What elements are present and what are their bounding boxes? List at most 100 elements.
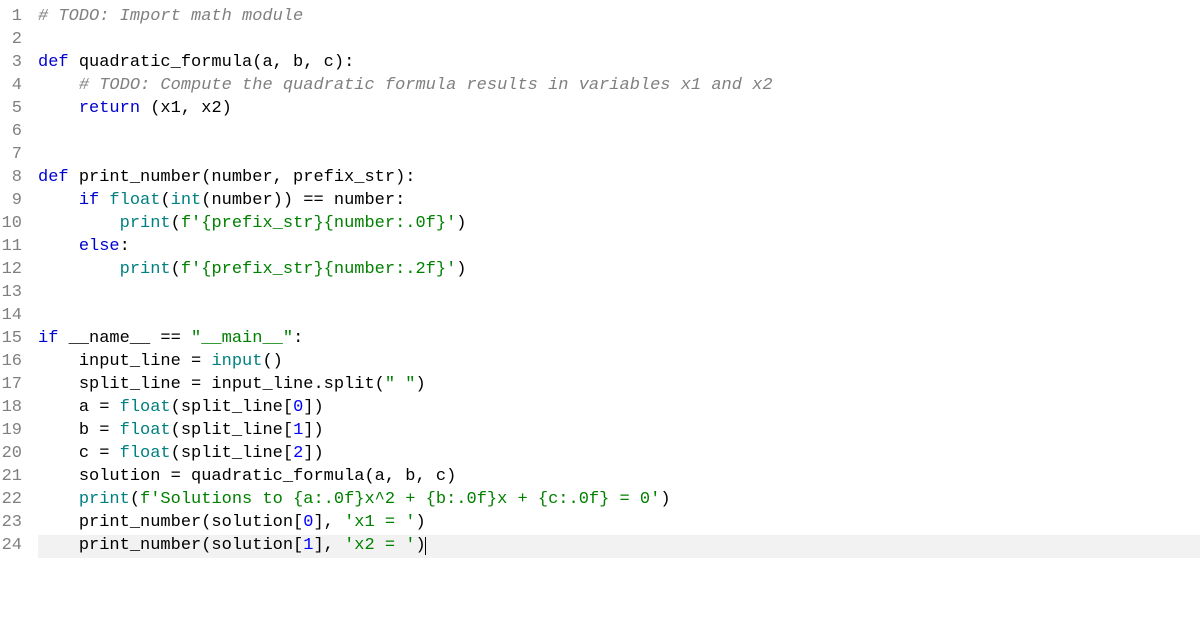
string-literal: '{prefix_str}{number:.2f}' [191, 260, 456, 279]
line-number: 22 [0, 489, 22, 512]
code-line-17[interactable]: split_line = input_line.split(" ") [38, 374, 1200, 397]
builtin-print: print [120, 260, 171, 279]
builtin-float: float [109, 191, 160, 210]
code-line-2[interactable] [38, 29, 1200, 52]
code-text: ) [456, 214, 466, 233]
code-text: input_line = [79, 352, 212, 371]
code-line-5[interactable]: return (x1, x2) [38, 98, 1200, 121]
code-line-3[interactable]: def quadratic_formula(a, b, c): [38, 52, 1200, 75]
code-text: (split_line[ [171, 421, 293, 440]
code-line-4[interactable]: # TODO: Compute the quadratic formula re… [38, 75, 1200, 98]
line-number: 14 [0, 305, 22, 328]
string-literal: '{prefix_str}{number:.0f}' [191, 214, 456, 233]
code-text: ], [313, 513, 344, 532]
code-editor[interactable]: 1 2 3 4 5 6 7 8 9 10 11 12 13 14 15 16 1… [0, 0, 1200, 632]
params: (a, b, c): [252, 53, 354, 72]
code-text: (solution[ [201, 536, 303, 555]
code-text: c = [79, 444, 120, 463]
code-text: split_line = input_line. [79, 375, 324, 394]
code-text: ( [375, 375, 385, 394]
code-text: solution = quadratic_formula(a, b, c) [79, 467, 456, 486]
text-cursor [425, 537, 426, 555]
code-line-15[interactable]: if __name__ == "__main__": [38, 328, 1200, 351]
line-number: 20 [0, 443, 22, 466]
builtin-float: float [120, 421, 171, 440]
code-text: : [293, 329, 303, 348]
code-text: ( [160, 191, 170, 210]
fstring-prefix: f [181, 214, 191, 233]
builtin-print: print [79, 490, 130, 509]
method-split: split [324, 375, 375, 394]
number-literal: 2 [293, 444, 303, 463]
line-number: 2 [0, 29, 22, 52]
code-line-14[interactable] [38, 305, 1200, 328]
number-literal: 0 [293, 398, 303, 417]
comment-text: # TODO: Compute the quadratic formula re… [79, 76, 773, 95]
keyword-else: else [79, 237, 120, 256]
code-line-21[interactable]: solution = quadratic_formula(a, b, c) [38, 466, 1200, 489]
code-line-9[interactable]: if float(int(number)) == number: [38, 190, 1200, 213]
line-number: 15 [0, 328, 22, 351]
code-line-8[interactable]: def print_number(number, prefix_str): [38, 167, 1200, 190]
line-number: 13 [0, 282, 22, 305]
code-text: ]) [303, 444, 323, 463]
line-number: 1 [0, 6, 22, 29]
string-literal: 'x2 = ' [344, 536, 415, 555]
code-text: ( [171, 260, 181, 279]
line-number-gutter: 1 2 3 4 5 6 7 8 9 10 11 12 13 14 15 16 1… [0, 0, 32, 632]
number-literal: 0 [303, 513, 313, 532]
line-number: 6 [0, 121, 22, 144]
code-line-18[interactable]: a = float(split_line[0]) [38, 397, 1200, 420]
keyword-if: if [79, 191, 99, 210]
code-line-13[interactable] [38, 282, 1200, 305]
keyword-if: if [38, 329, 58, 348]
code-text: b = [79, 421, 120, 440]
code-text: (split_line[ [171, 398, 293, 417]
line-number: 8 [0, 167, 22, 190]
code-text: ]) [303, 398, 323, 417]
code-line-20[interactable]: c = float(split_line[2]) [38, 443, 1200, 466]
function-name: print_number [79, 168, 201, 187]
code-line-16[interactable]: input_line = input() [38, 351, 1200, 374]
builtin-float: float [120, 398, 171, 417]
string-literal: "__main__" [191, 329, 293, 348]
code-text: () [262, 352, 282, 371]
builtin-input: input [211, 352, 262, 371]
code-text: (split_line[ [171, 444, 293, 463]
code-line-19[interactable]: b = float(split_line[1]) [38, 420, 1200, 443]
line-number: 21 [0, 466, 22, 489]
code-line-24-current[interactable]: print_number(solution[1], 'x2 = ') [38, 535, 1200, 558]
code-text: : [120, 237, 130, 256]
code-text: ], [313, 536, 344, 555]
builtin-print: print [120, 214, 171, 233]
line-number: 7 [0, 144, 22, 167]
line-number: 19 [0, 420, 22, 443]
code-line-10[interactable]: print(f'{prefix_str}{number:.0f}') [38, 213, 1200, 236]
code-line-12[interactable]: print(f'{prefix_str}{number:.2f}') [38, 259, 1200, 282]
function-name: quadratic_formula [79, 53, 252, 72]
code-content[interactable]: # TODO: Import math module def quadratic… [32, 0, 1200, 632]
code-line-23[interactable]: print_number(solution[0], 'x1 = ') [38, 512, 1200, 535]
line-number: 4 [0, 75, 22, 98]
code-line-22[interactable]: print(f'Solutions to {a:.0f}x^2 + {b:.0f… [38, 489, 1200, 512]
code-line-11[interactable]: else: [38, 236, 1200, 259]
code-text: ) [456, 260, 466, 279]
builtin-int: int [171, 191, 202, 210]
code-line-1[interactable]: # TODO: Import math module [38, 6, 1200, 29]
line-number: 3 [0, 52, 22, 75]
code-line-7[interactable] [38, 144, 1200, 167]
code-text: (solution[ [201, 513, 303, 532]
string-literal: " " [385, 375, 416, 394]
number-literal: 1 [293, 421, 303, 440]
code-text: a = [79, 398, 120, 417]
line-number: 24 [0, 535, 22, 558]
code-text: ( [171, 214, 181, 233]
line-number: 23 [0, 512, 22, 535]
keyword-return: return [79, 99, 140, 118]
code-text: ) [660, 490, 670, 509]
code-line-6[interactable] [38, 121, 1200, 144]
line-number: 10 [0, 213, 22, 236]
string-literal: 'Solutions to {a:.0f}x^2 + {b:.0f}x + {c… [150, 490, 660, 509]
line-number: 5 [0, 98, 22, 121]
string-literal: 'x1 = ' [344, 513, 415, 532]
